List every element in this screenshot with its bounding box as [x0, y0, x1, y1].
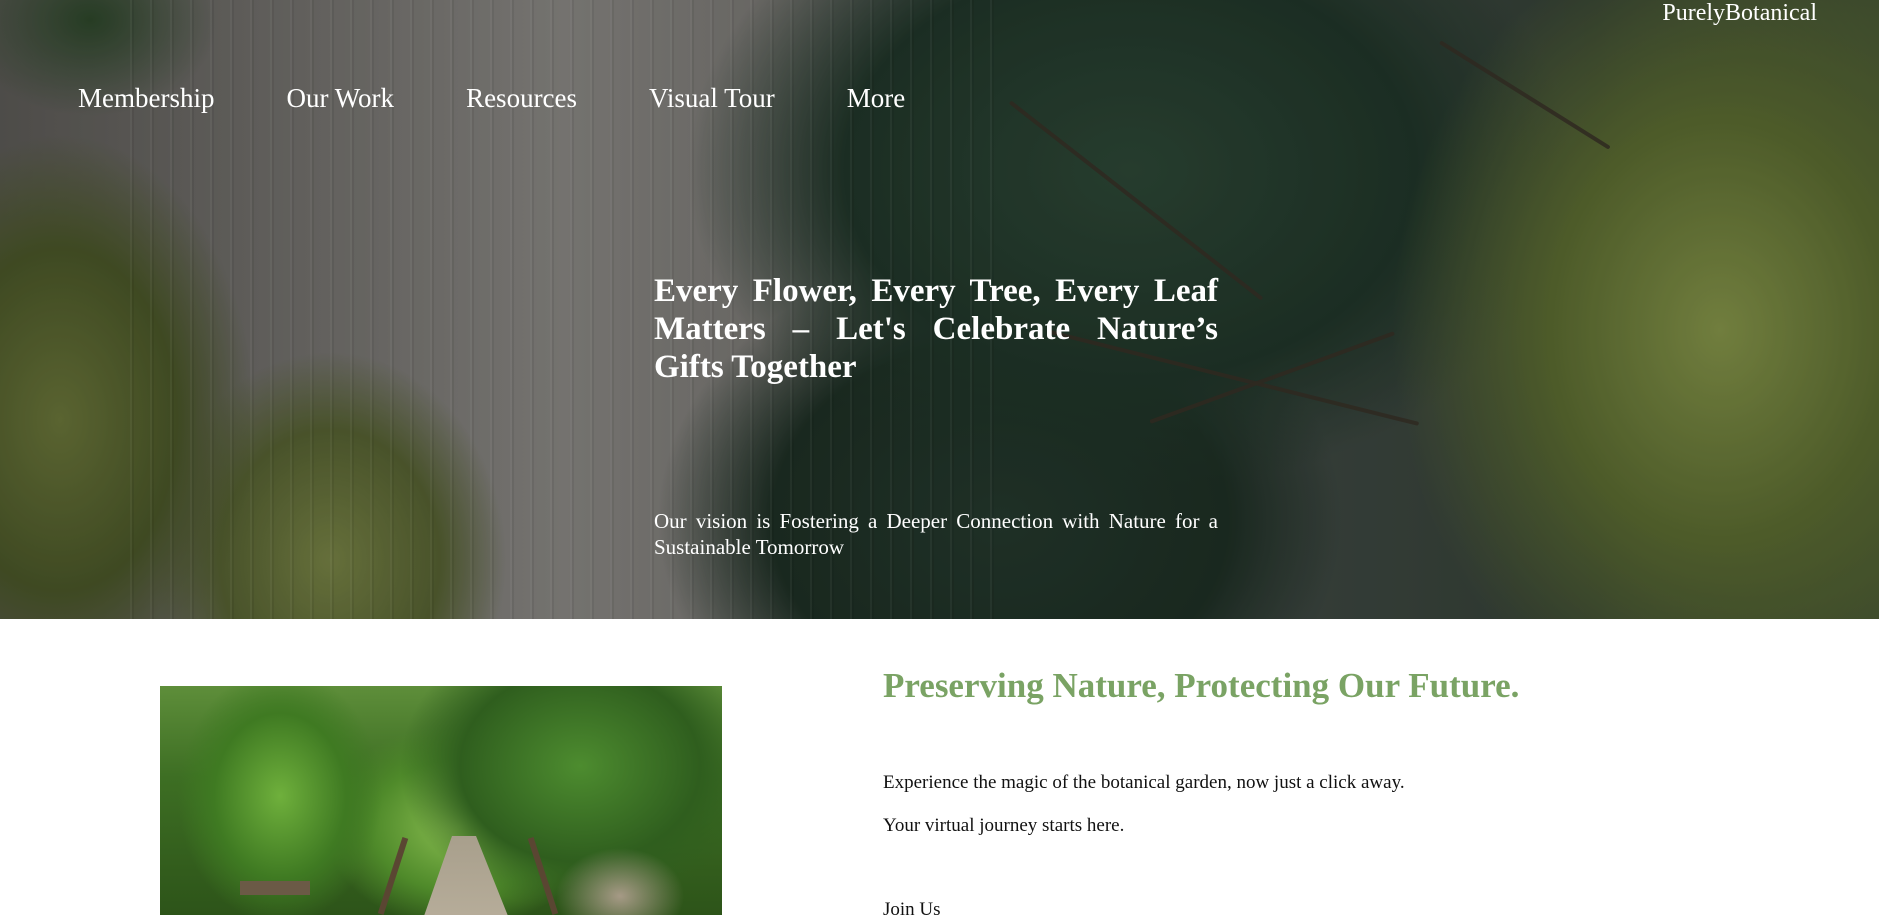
- garden-path-photo: [160, 686, 722, 915]
- hero-vision-text: Our vision is Fostering a Deeper Connect…: [654, 509, 1218, 559]
- hero-banner: PurelyBotanical Membership Our Work Reso…: [0, 0, 1879, 619]
- bench: [240, 881, 310, 895]
- nav-item-more[interactable]: More: [847, 82, 905, 114]
- walkway: [410, 836, 524, 915]
- nav-item-visual-tour[interactable]: Visual Tour: [649, 82, 775, 114]
- main-navigation: Membership Our Work Resources Visual Tou…: [78, 82, 977, 114]
- nav-item-our-work[interactable]: Our Work: [286, 82, 394, 114]
- brand-logo-text[interactable]: PurelyBotanical: [1662, 0, 1817, 26]
- wooden-railing: [377, 837, 409, 915]
- hero-title: Every Flower, Every Tree, Every Leaf Mat…: [654, 273, 1218, 385]
- nav-item-membership[interactable]: Membership: [78, 82, 214, 114]
- wooden-railing: [527, 837, 559, 915]
- intro-line-2: Your virtual journey starts here.: [883, 815, 1125, 836]
- join-us-link[interactable]: Join Us: [883, 898, 941, 922]
- section-heading: Preserving Nature, Protecting Our Future…: [883, 666, 1520, 705]
- nav-item-resources[interactable]: Resources: [466, 82, 577, 114]
- intro-line-1: Experience the magic of the botanical ga…: [883, 772, 1405, 793]
